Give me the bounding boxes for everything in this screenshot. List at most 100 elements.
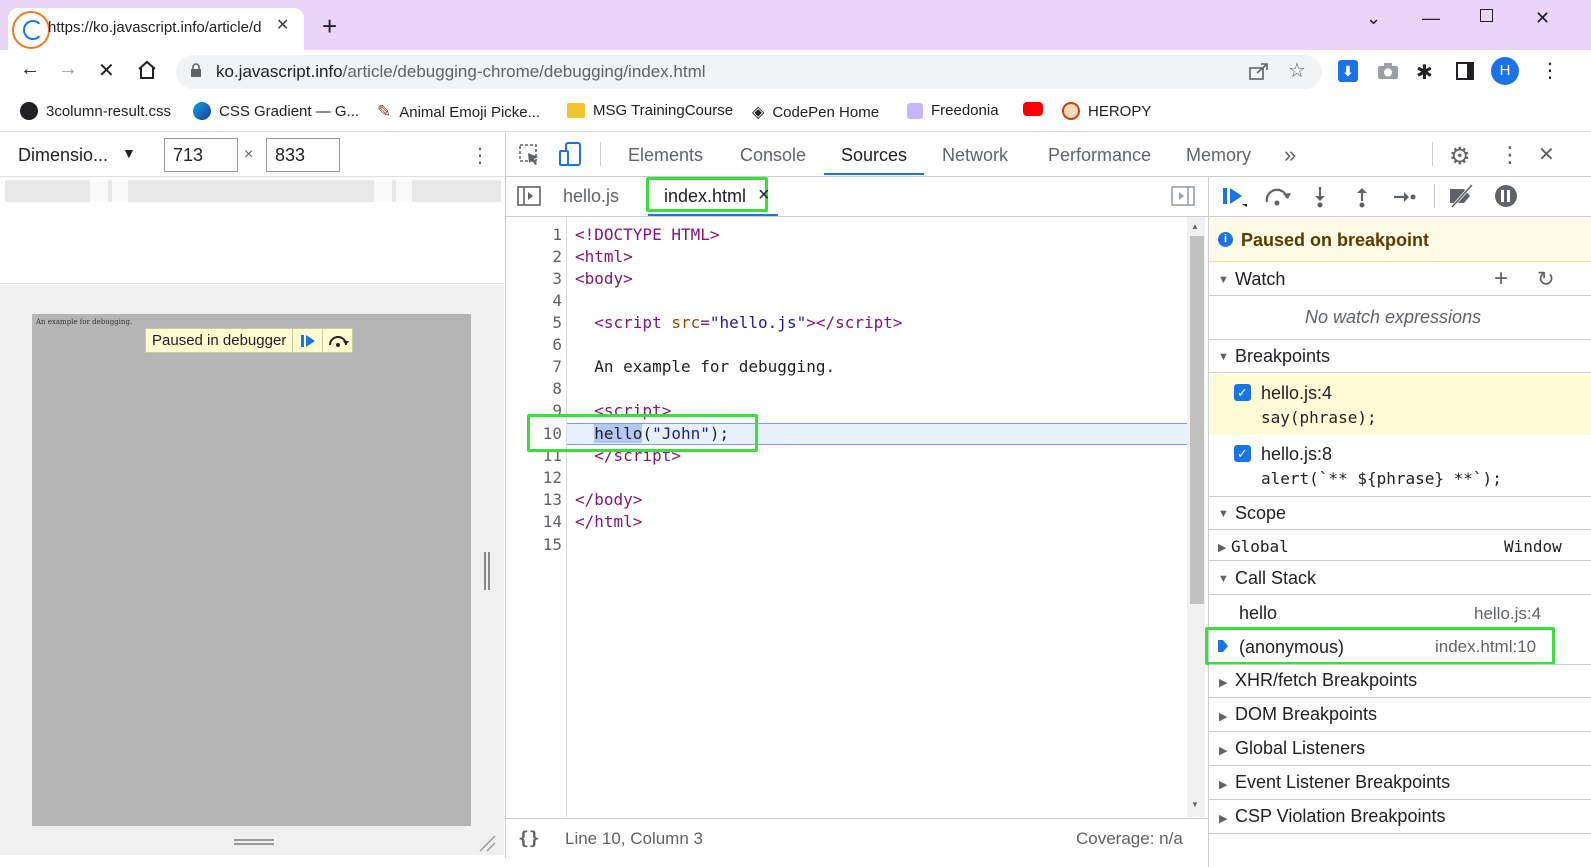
bottom-resize-handle[interactable] [234, 839, 274, 845]
collapsed-triangle-icon[interactable]: ▶ [1219, 812, 1227, 825]
navigator-toggle-icon[interactable] [517, 186, 541, 209]
expanded-triangle-icon[interactable]: ▼ [1218, 351, 1229, 363]
caret-down-icon[interactable]: ▼ [122, 145, 136, 161]
scope-label[interactable]: Scope [1235, 503, 1286, 524]
breakpoint-code[interactable]: alert(`** ${phrase} **`); [1261, 469, 1502, 488]
file-tab-hello-js[interactable]: hello.js [563, 186, 619, 207]
minimize-icon[interactable]: — [1422, 8, 1440, 29]
side-panel-icon[interactable] [1456, 62, 1474, 80]
step-out-icon[interactable] [1354, 186, 1370, 211]
devtools-menu-icon[interactable]: ⋮ [1499, 142, 1521, 168]
bookmark-item[interactable]: CSS Gradient — G... [193, 102, 359, 120]
breakpoint-code[interactable]: say(phrase); [1261, 408, 1377, 427]
expanded-triangle-icon[interactable]: ▼ [1218, 274, 1229, 286]
section-label[interactable]: CSP Violation Breakpoints [1235, 806, 1445, 827]
deactivate-breakpoints-icon[interactable] [1446, 183, 1476, 211]
settings-gear-icon[interactable]: ⚙ [1449, 142, 1471, 171]
tab-network[interactable]: Network [942, 145, 1008, 166]
scroll-down-icon[interactable]: ▼ [1191, 800, 1199, 809]
device-toggle-icon[interactable] [558, 141, 584, 170]
tab-performance[interactable]: Performance [1048, 145, 1151, 166]
expanded-triangle-icon[interactable]: ▼ [1218, 573, 1229, 585]
maximize-icon[interactable] [1480, 9, 1493, 22]
more-options-icon[interactable]: ⋮ [470, 143, 490, 168]
home-icon[interactable] [136, 60, 158, 83]
height-input[interactable]: 833 [266, 138, 340, 172]
file-tab-close-icon[interactable]: × [758, 184, 770, 207]
step-into-icon[interactable] [1312, 186, 1328, 211]
url-text[interactable]: ko.javascript.info/article/debugging-chr… [216, 62, 706, 82]
watch-label[interactable]: Watch [1235, 269, 1285, 290]
breakpoint-checkbox[interactable]: ✓ [1234, 384, 1251, 401]
line-number[interactable]: 2 [506, 247, 562, 266]
breakpoints-label[interactable]: Breakpoints [1235, 346, 1330, 367]
expanded-triangle-icon[interactable]: ▼ [1218, 508, 1229, 520]
more-tabs-icon[interactable]: » [1284, 142, 1296, 168]
scope-global-label[interactable]: Global [1231, 537, 1289, 556]
line-number[interactable]: 4 [506, 291, 562, 310]
tab-close-icon[interactable]: ✕ [276, 15, 289, 35]
collapsed-triangle-icon[interactable]: ▶ [1219, 710, 1227, 723]
extensions-icon[interactable]: ✱ [1416, 60, 1433, 85]
file-tab-index-html[interactable]: index.html [664, 186, 746, 207]
tab-memory[interactable]: Memory [1186, 145, 1251, 166]
line-number[interactable]: 5 [506, 313, 562, 332]
corner-resize-handle[interactable] [478, 834, 496, 852]
media-query-segment[interactable] [112, 180, 128, 202]
collapsed-triangle-icon[interactable]: ▶ [1219, 778, 1227, 791]
tab-search-icon[interactable]: ⌄ [1366, 8, 1381, 29]
bookmark-item[interactable]: Freedonia [907, 102, 999, 119]
overlay-resume-icon[interactable] [292, 329, 322, 352]
page-viewport[interactable] [32, 314, 471, 826]
debugger-toggle-icon[interactable] [1171, 186, 1195, 209]
breakpoint-checkbox[interactable]: ✓ [1234, 445, 1251, 462]
section-label[interactable]: XHR/fetch Breakpoints [1235, 670, 1417, 691]
line-number[interactable]: 6 [506, 335, 562, 354]
frame-location[interactable]: hello.js:4 [1474, 604, 1541, 624]
line-number[interactable]: 7 [506, 357, 562, 376]
bookmark-item[interactable]: MSG TrainingCourse [567, 102, 733, 119]
camera-icon[interactable] [1377, 62, 1399, 83]
media-query-segment[interactable] [374, 180, 392, 202]
new-tab-icon[interactable]: + [322, 11, 337, 41]
bookmark-star-icon[interactable]: ☆ [1288, 58, 1306, 83]
overlay-step-over-icon[interactable] [322, 329, 352, 352]
bookmark-item[interactable] [1023, 102, 1043, 116]
collapsed-triangle-icon[interactable]: ▶ [1219, 744, 1227, 757]
dimensions-select[interactable]: Dimensio... [18, 145, 108, 166]
inspect-element-icon[interactable] [518, 143, 542, 170]
pretty-print-icon[interactable]: {} [518, 828, 540, 849]
refresh-icon[interactable]: ↻ [1537, 267, 1555, 292]
window-close-icon[interactable]: ✕ [1535, 8, 1550, 29]
collapsed-triangle-icon[interactable]: ▶ [1219, 676, 1227, 689]
section-label[interactable]: DOM Breakpoints [1235, 704, 1377, 725]
step-over-icon[interactable] [1264, 188, 1292, 209]
scrollbar-thumb[interactable] [1190, 236, 1204, 604]
coverage-status[interactable]: Coverage: n/a [1076, 829, 1183, 849]
scroll-up-icon[interactable]: ▲ [1191, 222, 1199, 231]
line-number[interactable]: 14 [506, 512, 562, 531]
step-icon[interactable] [1393, 188, 1417, 209]
tab-elements[interactable]: Elements [628, 145, 703, 166]
chrome-menu-icon[interactable]: ⋮ [1540, 58, 1560, 83]
lock-icon[interactable] [190, 63, 202, 81]
devtools-close-icon[interactable]: ✕ [1538, 142, 1555, 167]
forward-icon[interactable]: → [58, 58, 78, 81]
download-icon[interactable]: ⬇ [1338, 60, 1358, 82]
profile-avatar[interactable]: H [1491, 57, 1519, 85]
bookmark-item[interactable]: HEROPY [1062, 102, 1151, 120]
line-number[interactable]: 1 [506, 225, 562, 244]
callstack-label[interactable]: Call Stack [1235, 568, 1316, 589]
bookmark-item[interactable]: ✎ Animal Emoji Picke... [377, 102, 540, 122]
back-icon[interactable]: ← [20, 58, 40, 81]
section-label[interactable]: Event Listener Breakpoints [1235, 772, 1450, 793]
pause-on-exceptions-icon[interactable] [1495, 185, 1517, 207]
section-label[interactable]: Global Listeners [1235, 738, 1365, 759]
breakpoint-file[interactable]: hello.js:8 [1261, 444, 1332, 465]
resume-icon[interactable] [1222, 186, 1248, 211]
add-watch-icon[interactable]: + [1494, 265, 1508, 293]
line-number[interactable]: 3 [506, 269, 562, 288]
share-icon[interactable] [1248, 61, 1270, 84]
resize-handle[interactable] [484, 552, 490, 590]
line-number[interactable]: 8 [506, 379, 562, 398]
